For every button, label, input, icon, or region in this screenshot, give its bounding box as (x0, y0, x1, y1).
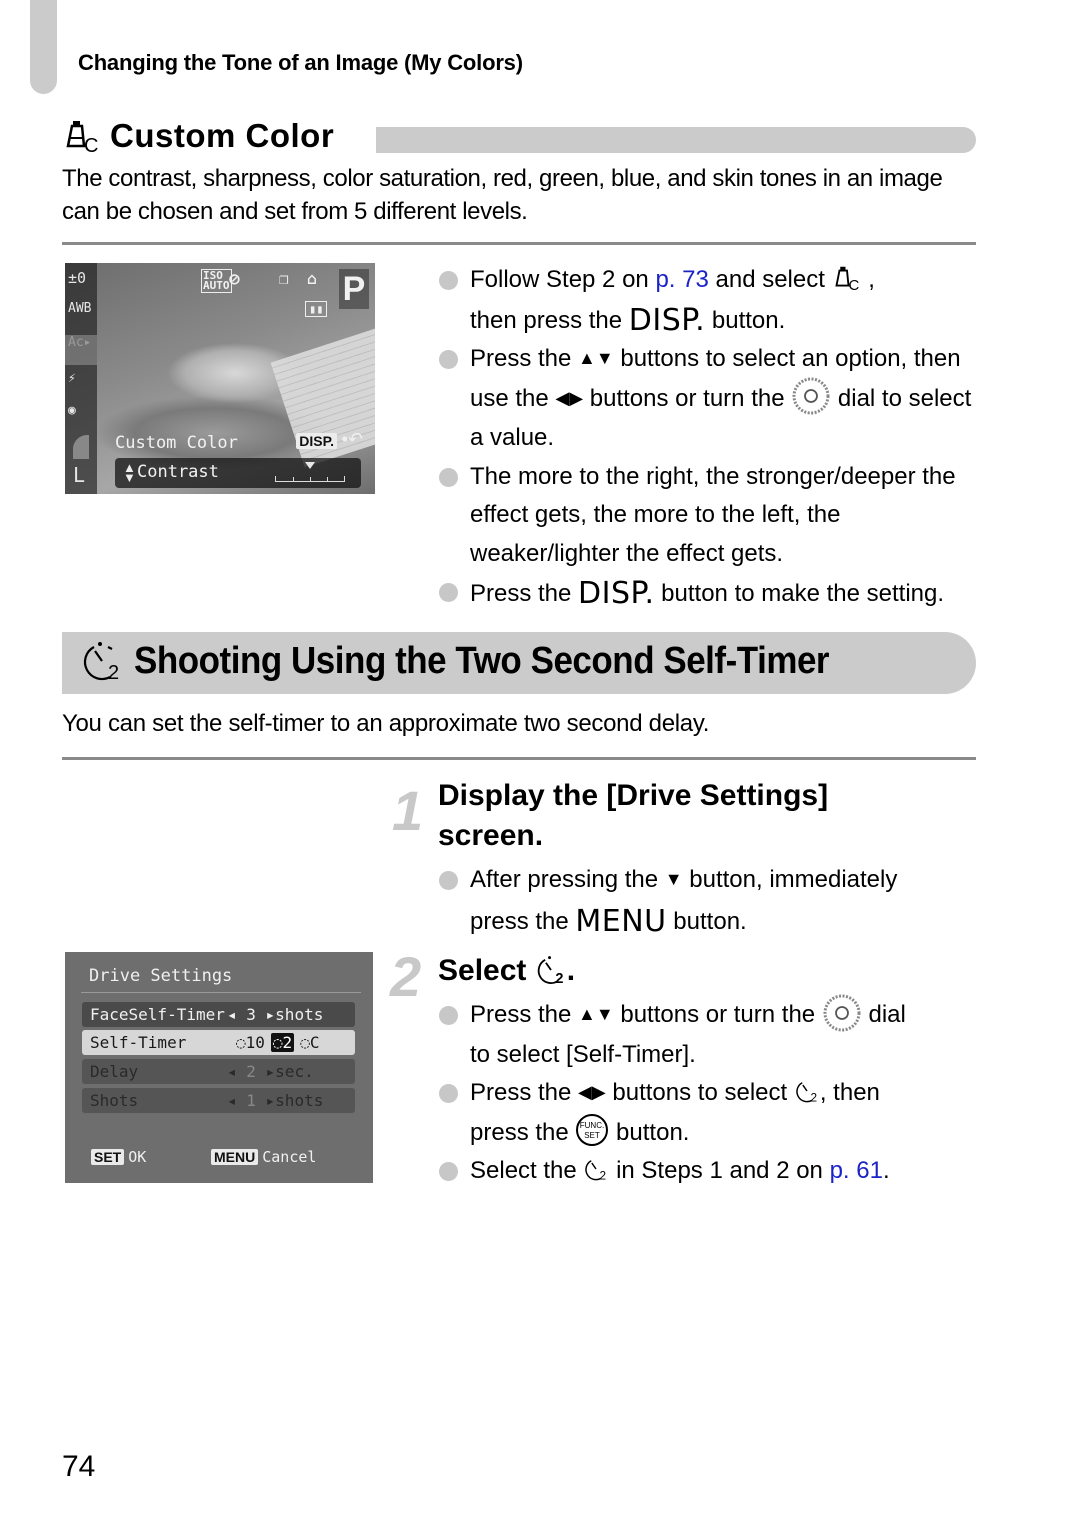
page-link-61[interactable]: p. 61 (830, 1157, 883, 1184)
iso-auto-icon: ISO AUTO (201, 269, 232, 293)
custom-color-icon: C (834, 266, 859, 293)
list-item: Press the ▲▼ buttons or turn the dial to… (438, 994, 983, 1074)
up-down-arrows-icon: ▲▼ (578, 348, 614, 368)
custom-color-icon: C (66, 121, 98, 156)
svg-text:2: 2 (555, 971, 563, 986)
menu-row-delay: Delay ◂ 2 ▸sec. (82, 1059, 355, 1084)
divider (62, 242, 976, 245)
svg-text:2: 2 (810, 1090, 817, 1103)
section-title: Custom Color (110, 117, 335, 154)
compression-icon (73, 435, 89, 459)
camera-screen-drive-settings: Drive Settings FaceSelf-Timer ◂ 3 ▸shots… (65, 952, 373, 1183)
option-name: Contrast (137, 462, 219, 482)
list-item: Press the ◀▶ buttons to select 2, then p… (438, 1074, 983, 1152)
left-right-arrows-icon: ◀▶ (578, 1082, 606, 1102)
list-item: After pressing the ▼ button, immediately… (438, 861, 983, 941)
screen-divider (81, 992, 361, 993)
two-sec-timer-icon: 2 (796, 1081, 817, 1104)
exposure-comp: ±0 (68, 269, 87, 287)
control-dial-icon (792, 377, 830, 415)
timer-2s-option: ◌2 (270, 1033, 295, 1052)
page-number: 74 (62, 1450, 96, 1483)
up-down-arrows-icon: ▲▼ (578, 1004, 614, 1024)
side-tab (30, 0, 57, 94)
svg-text:2: 2 (600, 1168, 607, 1181)
cancel-hint: MENU Cancel (211, 1148, 316, 1166)
list-item: The more to the right, the stronger/deep… (438, 458, 983, 574)
list-item: Press the DISP. button to make the setti… (438, 573, 983, 614)
svg-text:SET: SET (585, 1131, 601, 1140)
custom-color-mode-icon: Ac▸ (65, 335, 97, 365)
disp-button-glyph: DISP. (628, 302, 706, 338)
self-timer-heading: 2 Shooting Using the Two Second Self-Tim… (80, 639, 890, 683)
step-title: Select 2. (438, 954, 576, 987)
back-arrow-icon: •↶ (341, 429, 363, 449)
section-title: Shooting Using the Two Second Self-Timer (134, 639, 830, 682)
func-set-button-icon: FUNC.SET (576, 1114, 609, 1147)
step2-instructions: Press the ▲▼ buttons or turn the dial to… (438, 994, 983, 1191)
drive-mode-icon: ❐ (279, 269, 289, 288)
custom-color-heading: C Custom Color (62, 116, 334, 156)
running-head: Changing the Tone of an Image (My Colors… (78, 50, 523, 75)
option-row: ▲ ▼ Contrast (115, 458, 361, 488)
disp-button-glyph: DISP. (578, 576, 655, 611)
camera-orientation-icon: ⌂ (307, 269, 317, 288)
resolution-label: L (73, 463, 86, 487)
heading-bar (376, 127, 976, 153)
svg-text:FUNC.: FUNC. (580, 1121, 604, 1130)
battery-icon: ▮▮ (305, 301, 328, 317)
screen-title: Drive Settings (89, 966, 233, 986)
two-sec-timer-icon: 2 (83, 642, 119, 683)
section-intro: You can set the self-timer to an approxi… (62, 710, 710, 737)
step-number: 1 (392, 779, 424, 842)
ok-hint: SET OK (91, 1148, 146, 1166)
two-sec-timer-icon: 2 (585, 1159, 607, 1182)
control-dial-icon (823, 994, 861, 1032)
down-arrow-icon: ▼ (664, 869, 683, 889)
level-scale (275, 476, 345, 482)
page-link-73[interactable]: p. 73 (655, 266, 708, 293)
up-down-icon: ▲ ▼ (123, 460, 136, 485)
flash-comp-icon: ⚡ (68, 371, 76, 386)
list-item: Follow Step 2 on p. 73 and select C , th… (438, 261, 983, 340)
step1-instructions: After pressing the ▼ button, immediately… (438, 861, 983, 941)
camera-screen-custom-color: ±0 AWB Ac▸ ⚡ ◉ L ISO AUTO ⊘ ❐ ⌂ ▮▮ P Cust… (65, 263, 375, 494)
osd-left-column: ±0 AWB Ac▸ ⚡ ◉ L (65, 263, 97, 494)
svg-text:2: 2 (108, 662, 119, 683)
two-sec-timer-icon: 2 (537, 956, 563, 986)
flash-off-icon: ⊘ (229, 269, 240, 290)
menu-row-shots: Shots ◂ 1 ▸shots (82, 1088, 355, 1113)
menu-label: Custom Color (115, 433, 238, 453)
list-item: Select the 2 in Steps 1 and 2 on p. 61. (438, 1152, 983, 1191)
shooting-mode: P (339, 269, 369, 309)
svg-text:C: C (84, 135, 98, 156)
menu-row-face-self-timer: FaceSelf-Timer ◂ 3 ▸shots (82, 1002, 355, 1027)
level-marker (305, 462, 315, 469)
timer-custom-option: ◌C (300, 1033, 320, 1052)
divider (62, 757, 976, 760)
step-title: Display the [Drive Settings] screen. (438, 779, 829, 852)
menu-row-self-timer: Self-Timer ◌10 ◌2 ◌C (82, 1030, 355, 1055)
list-item: Press the ▲▼ buttons to select an option… (438, 340, 983, 458)
custom-color-instructions: Follow Step 2 on p. 73 and select C , th… (438, 261, 983, 614)
disp-key: DISP. (296, 433, 337, 449)
menu-button-glyph: MENU (575, 903, 667, 939)
timer-10s-option: ◌10 (236, 1033, 265, 1052)
metering-icon: ◉ (68, 403, 76, 418)
section-intro: The contrast, sharpness, color saturatio… (62, 165, 943, 225)
white-balance: AWB (68, 301, 92, 316)
step-number: 2 (390, 945, 422, 1008)
left-right-arrows-icon: ◀▶ (555, 387, 584, 408)
svg-text:C: C (848, 277, 859, 293)
